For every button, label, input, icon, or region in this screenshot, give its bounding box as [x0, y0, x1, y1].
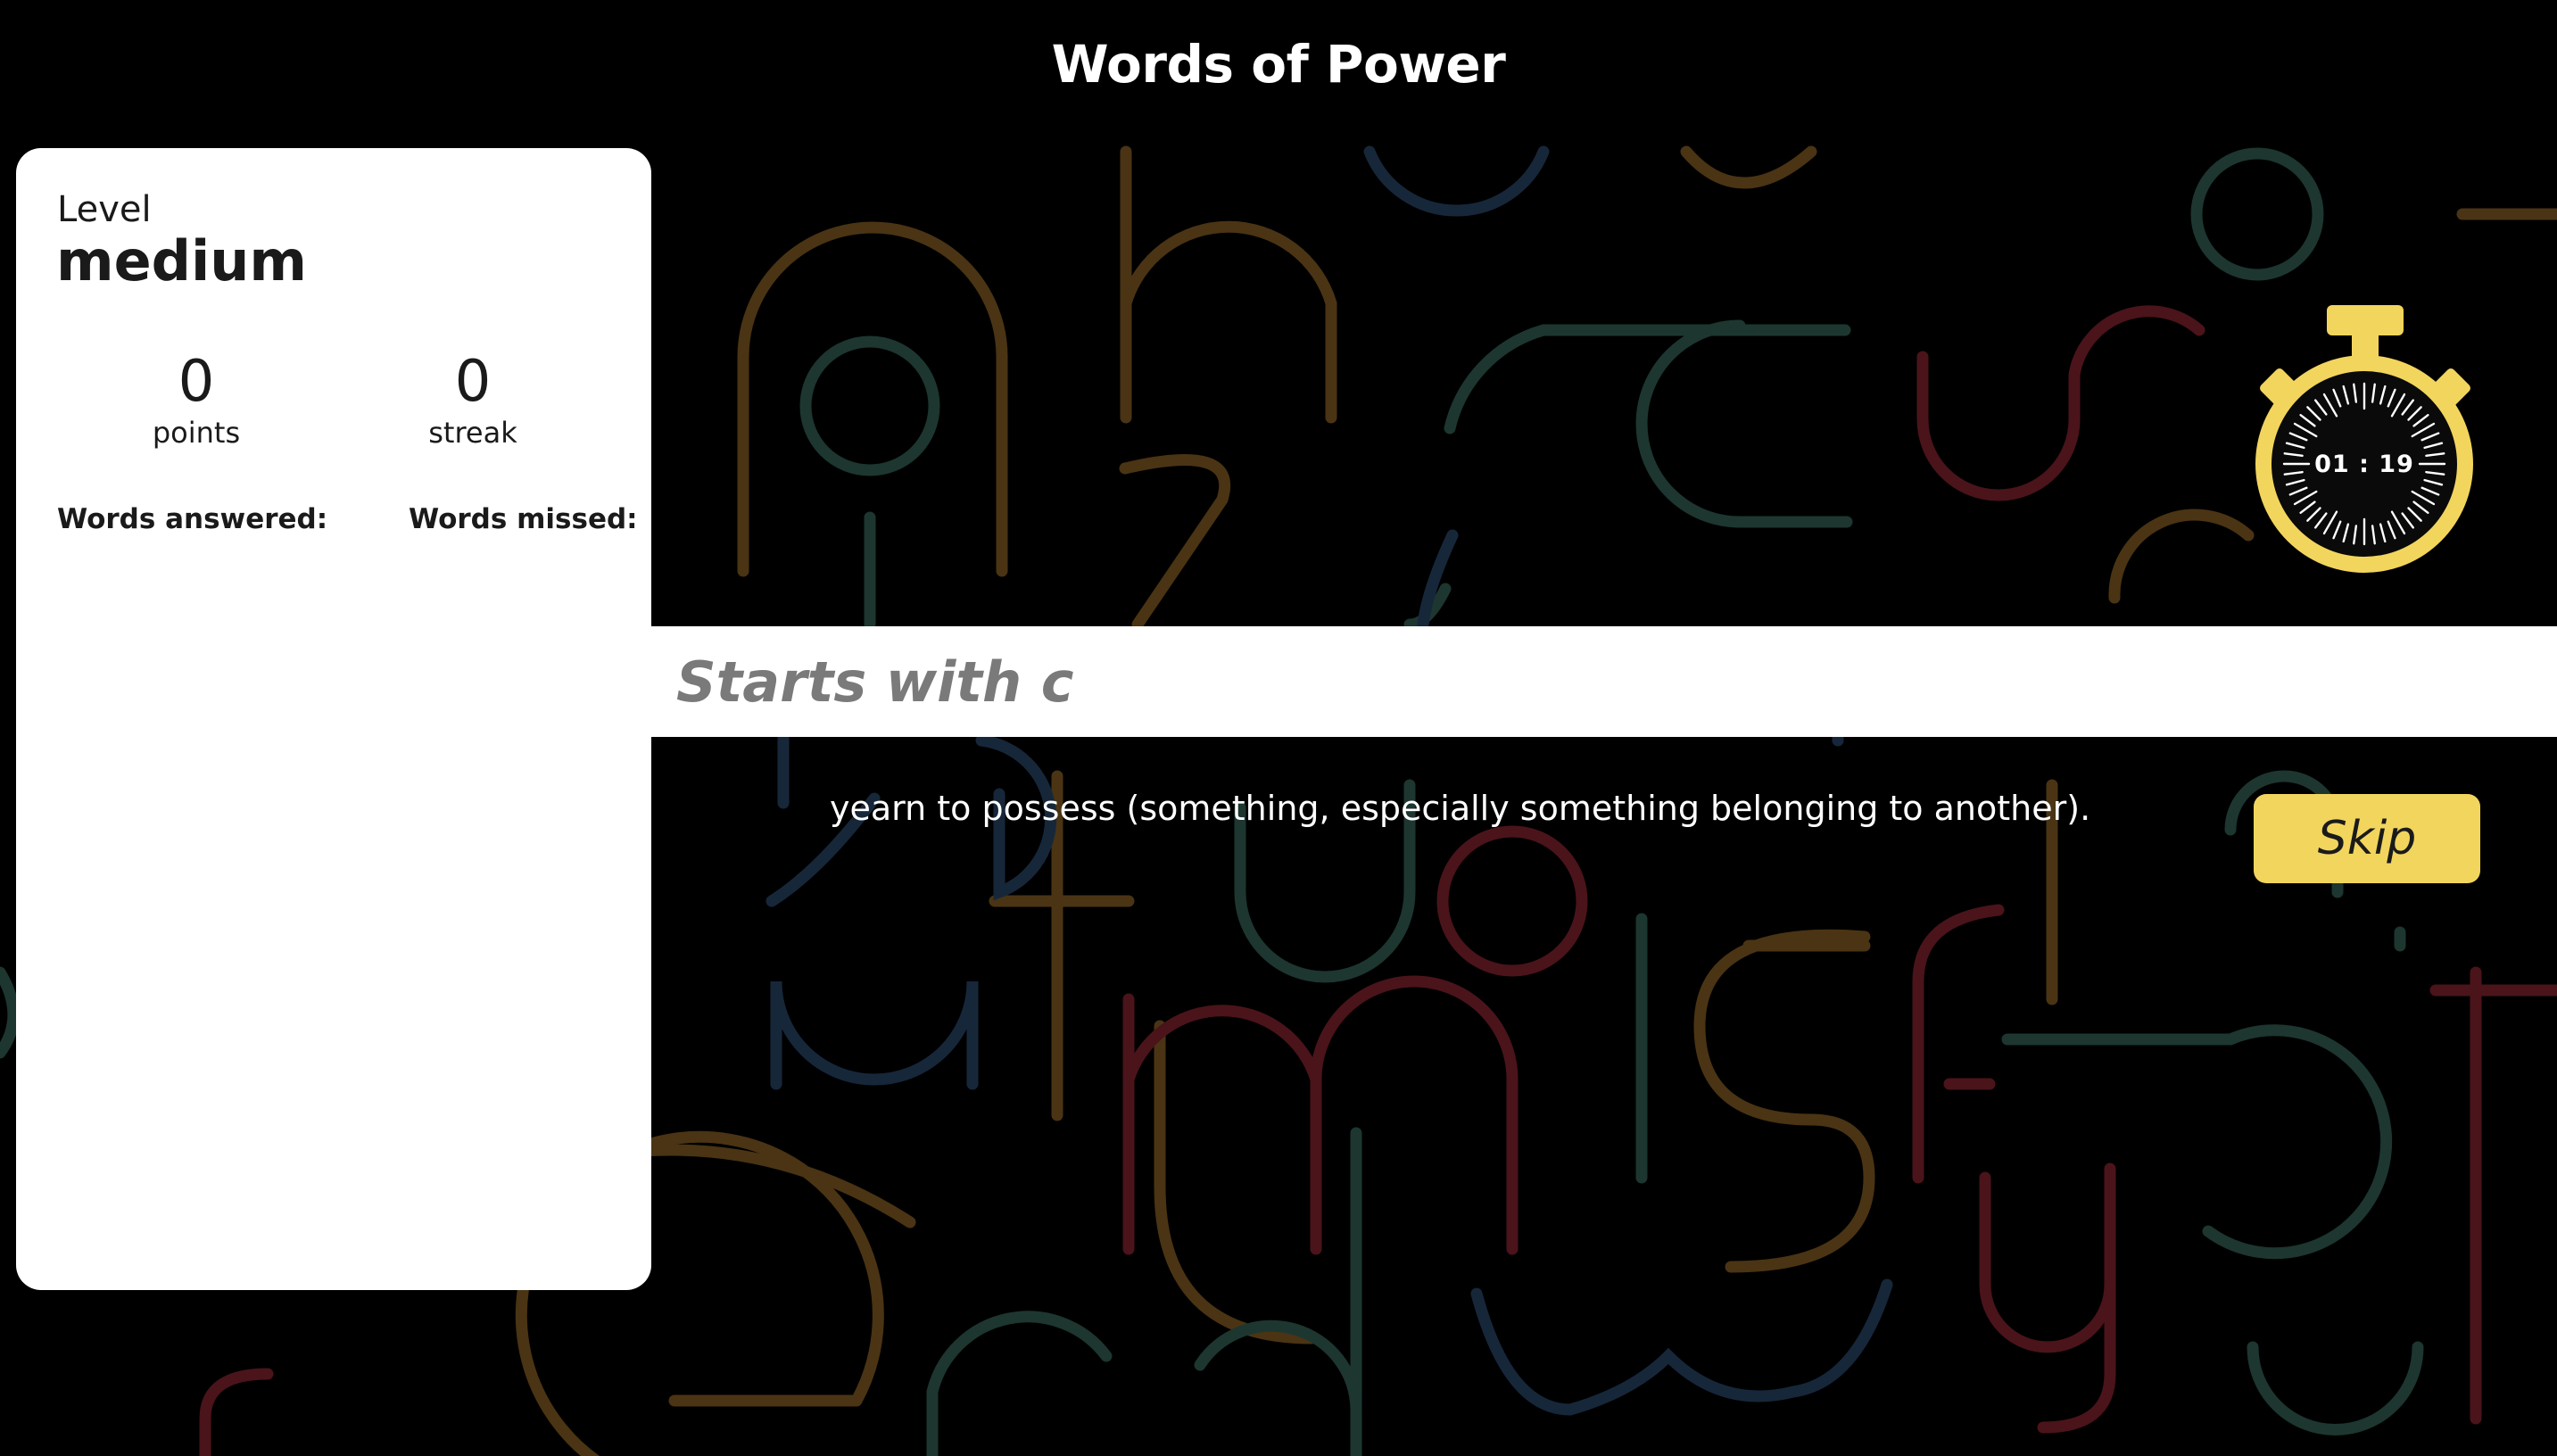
app-title: Words of Power [1051, 34, 1506, 95]
streak-stat: 0 streak [366, 348, 580, 450]
streak-label: streak [428, 416, 517, 450]
points-value: 0 [178, 349, 215, 415]
level-value: medium [56, 228, 308, 294]
skip-button[interactable]: Skip [2254, 794, 2480, 883]
points-stat: 0 points [89, 348, 303, 450]
answer-input[interactable] [651, 626, 2557, 737]
words-missed-heading: Words missed: [409, 503, 638, 535]
words-answered-heading: Words answered: [57, 503, 328, 535]
timer-display: 01 : 19 [2314, 451, 2414, 478]
score-card: Level medium 0 points 0 streak Words ans… [16, 148, 651, 1290]
clue-text: yearn to possess (something, especially … [830, 789, 2091, 828]
stopwatch-icon [2255, 305, 2473, 573]
level-label: Level [57, 189, 152, 230]
game-screen: Words of Power Level medium 0 points 0 s… [0, 0, 2557, 1456]
streak-value: 0 [454, 349, 492, 415]
countdown-timer: 01 : 19 [2250, 303, 2482, 580]
points-label: points [152, 416, 241, 450]
